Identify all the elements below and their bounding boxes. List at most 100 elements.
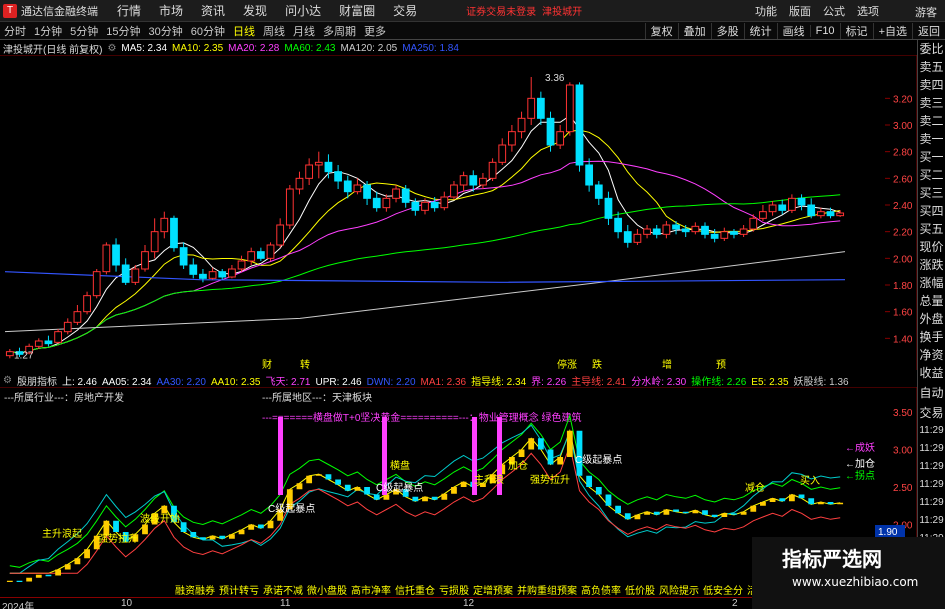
stock-tag[interactable]: 亏损股 [439, 582, 469, 597]
indicator-bar [113, 520, 119, 532]
ma-legend-item-1: MA10: 2.35 [172, 42, 224, 54]
indicator-bar [306, 475, 313, 484]
stock-tag[interactable]: 高市净率 [351, 582, 391, 597]
tool-f10[interactable]: F10 [809, 25, 840, 37]
period-multi[interactable]: 多周期 [323, 23, 356, 39]
period-monthly[interactable]: 月线 [293, 23, 315, 39]
sidebar-item[interactable]: 买四 [918, 202, 945, 220]
login-warning[interactable]: 证券交易未登录 [466, 3, 536, 18]
stock-tag[interactable]: 并购重组预案 [517, 582, 577, 597]
sidebar-item[interactable]: 买三 [918, 184, 945, 202]
period-60min[interactable]: 60分钟 [191, 23, 225, 39]
sidebar-item[interactable]: 买二 [918, 166, 945, 184]
candle [63, 318, 72, 335]
tool-multi-stock[interactable]: 多股 [710, 23, 744, 39]
gear-icon[interactable]: ⚙ [3, 375, 12, 386]
period-weekly[interactable]: 周线 [263, 23, 285, 39]
sidebar-item[interactable]: 交易 [918, 404, 945, 422]
tool-adjust[interactable]: 复权 [644, 23, 678, 39]
event-mark[interactable]: 跌 [592, 358, 602, 370]
period-1min[interactable]: 1分钟 [34, 23, 62, 39]
stock-tag[interactable]: 定增预案 [473, 582, 513, 597]
menu-layout[interactable]: 版面 [789, 3, 811, 19]
stock-tag[interactable]: 信托重仓 [395, 582, 435, 597]
event-mark[interactable]: 预 [716, 359, 726, 370]
sidebar-item[interactable]: 现价 [918, 238, 945, 256]
stock-tag[interactable]: 承诺不减 [263, 582, 303, 597]
event-mark[interactable]: 停涨 [557, 358, 577, 370]
candle [730, 229, 738, 239]
menu-wealth[interactable]: 财富圈 [339, 2, 375, 19]
indicator-bar [624, 513, 631, 520]
period-more[interactable]: 更多 [364, 23, 386, 39]
date-tick: 12 [463, 598, 475, 609]
sidebar-item[interactable]: 卖五 [918, 58, 945, 76]
event-mark[interactable]: 财 [262, 358, 272, 370]
stock-tag[interactable]: 风险提示 [659, 582, 699, 597]
sub-y-tick-label: 2.50 [893, 483, 913, 494]
stock-tag[interactable]: 预计转亏 [219, 582, 259, 597]
sidebar-item[interactable]: 自动 [918, 384, 945, 402]
sidebar-item[interactable]: 外盘 [918, 310, 945, 328]
concept-text: ---=======横盘做T+0坚决黄金==========---：物业管理概念… [262, 411, 582, 424]
stock-tag[interactable]: 低安全分 [703, 582, 743, 597]
tool-overlay[interactable]: 叠加 [677, 23, 711, 39]
indicator-legend-item-5: UPR: 2.46 [315, 376, 362, 388]
tool-mark[interactable]: 标记 [839, 23, 873, 39]
candlestick-chart[interactable]: 3.20 3.00 2.80 2.60 2.40 2.20 2.00 1.80 1.60 1.40… [0, 55, 917, 370]
indicator-legend-items: 上: 2.46 AA05: 2.34 AA30: 2.20 AA10: 2.35 飞天:… [62, 373, 854, 388]
sidebar-item[interactable]: 涨幅 [918, 274, 945, 292]
sidebar-item[interactable]: 卖一 [918, 130, 945, 148]
event-mark[interactable]: 转 [300, 358, 310, 370]
guest-user[interactable]: 游客 [915, 4, 937, 20]
period-timeshare[interactable]: 分时 [4, 23, 26, 39]
sidebar-item[interactable]: 净资 [918, 346, 945, 364]
sub-y-tick-label: 3.00 [893, 446, 913, 457]
menu-ask[interactable]: 问小达 [285, 2, 321, 19]
tool-draw[interactable]: 画线 [776, 23, 810, 39]
menu-market[interactable]: 市场 [159, 2, 183, 19]
period-15min[interactable]: 15分钟 [106, 23, 140, 39]
sidebar-item[interactable]: 换手 [918, 328, 945, 346]
candle [102, 242, 111, 275]
menu-function[interactable]: 功能 [755, 3, 777, 19]
candle [517, 111, 526, 139]
menu-trade[interactable]: 交易 [393, 2, 417, 19]
sidebar-item[interactable]: 卖三 [918, 94, 945, 112]
event-mark[interactable]: 增 [662, 358, 672, 370]
stock-tags-strip: 融资融券 预计转亏 承诺不减 微小盘股 高市净率 信托重仓 亏损股 定增预案 并购重组预案 高负债… [175, 582, 791, 597]
menu-news[interactable]: 资讯 [201, 2, 225, 19]
menu-quotes[interactable]: 行情 [117, 2, 141, 19]
menu-options[interactable]: 选项 [857, 3, 879, 19]
sidebar-item[interactable]: 总量 [918, 292, 945, 310]
stock-tag[interactable]: 融资融券 [175, 582, 215, 597]
sidebar-item[interactable]: 卖四 [918, 76, 945, 94]
candle [199, 269, 207, 283]
sidebar-item[interactable]: 委比 [918, 40, 945, 58]
sidebar-item[interactable]: 买一 [918, 148, 945, 166]
period-30min[interactable]: 30分钟 [149, 23, 183, 39]
stock-tag[interactable]: 微小盘股 [307, 582, 347, 597]
gear-icon[interactable]: ⚙ [107, 43, 116, 54]
period-5min[interactable]: 5分钟 [70, 23, 98, 39]
menu-formula[interactable]: 公式 [823, 3, 845, 19]
sidebar-item[interactable]: 收益 [918, 364, 945, 382]
period-daily[interactable]: 日线 [233, 23, 255, 39]
stock-tag[interactable]: 高负债率 [581, 582, 621, 597]
indicator-bar [335, 479, 341, 485]
period-toolbar: 分时 1分钟 5分钟 15分钟 30分钟 60分钟 日线 周线 月线 多周期 更… [0, 22, 945, 40]
stock-tag[interactable]: 低价股 [625, 582, 655, 597]
menu-discover[interactable]: 发现 [243, 2, 267, 19]
indicator-bar [721, 513, 728, 517]
sidebar-item[interactable]: 买五 [918, 220, 945, 238]
sidebar-item[interactable]: 卖二 [918, 112, 945, 130]
tool-stats[interactable]: 统计 [743, 23, 777, 39]
y-tick-label: 2.40 [893, 201, 913, 212]
sidebar-item[interactable]: 涨跌 [918, 256, 945, 274]
signal-annotation: 强势拉升 [98, 532, 138, 545]
time-tick: 11:29 [919, 479, 944, 490]
tool-back[interactable]: 返回 [912, 23, 945, 39]
indicator-bar [663, 509, 670, 515]
tool-add-watchlist[interactable]: +自选 [872, 23, 912, 39]
indicator-bar [537, 438, 544, 450]
